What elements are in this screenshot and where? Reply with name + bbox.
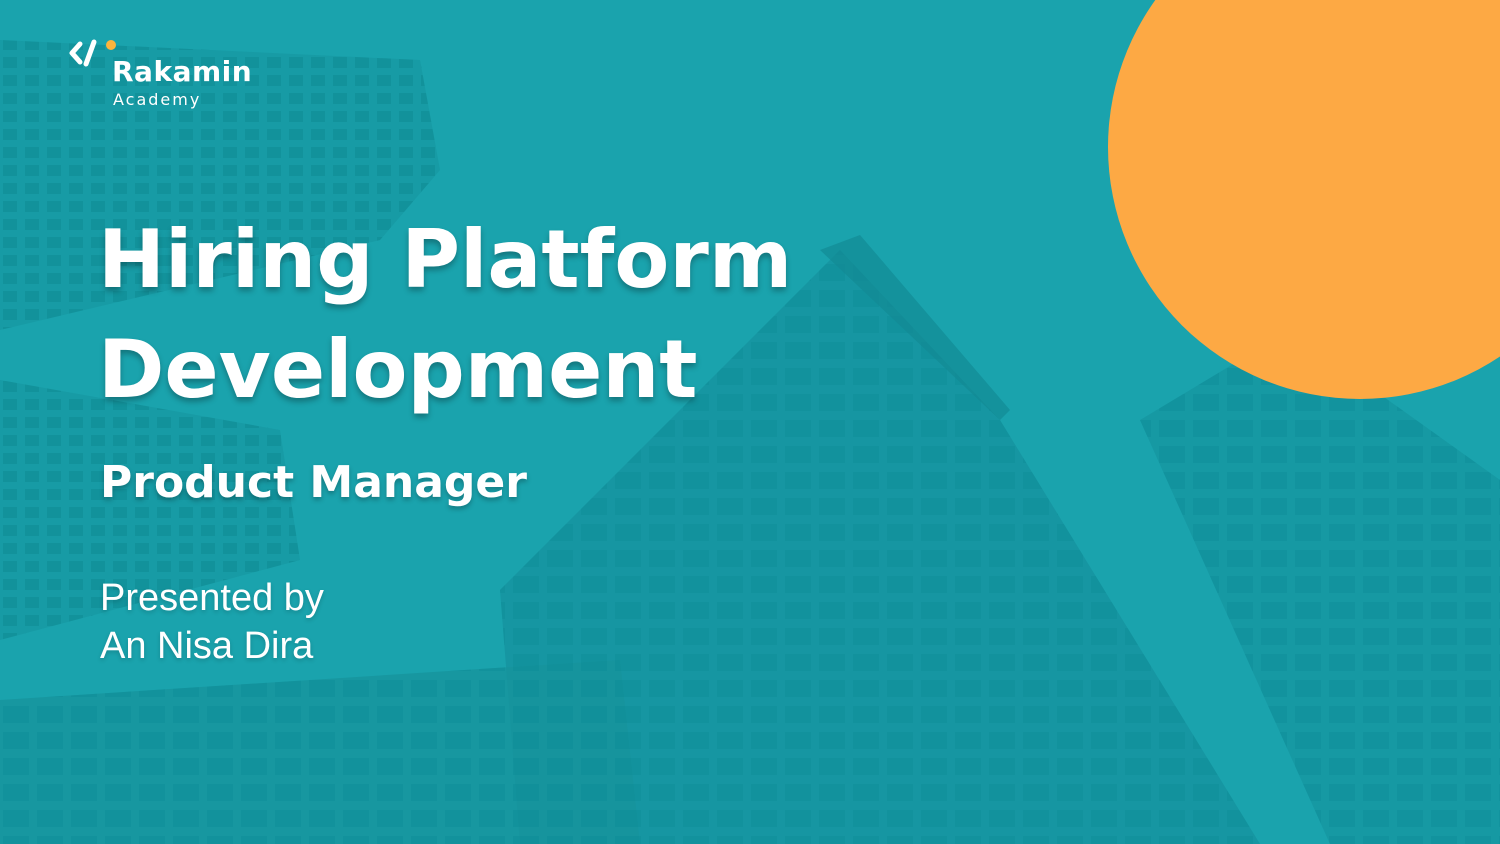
slide-subtitle: Product Manager <box>100 457 527 508</box>
presented-by-label: Presented by <box>100 577 324 619</box>
brand-name: Rakamin <box>112 55 253 88</box>
title-line-2: Development <box>98 323 698 416</box>
title-slide: Rakamin Academy Hiring Platform Developm… <box>0 0 1500 844</box>
presenter-name: An Nisa Dira <box>100 625 314 667</box>
rakamin-logo: Rakamin Academy <box>68 38 298 112</box>
title-line-1: Hiring Platform <box>98 213 793 306</box>
brand-subtitle: Academy <box>113 90 202 109</box>
slide-title: Hiring Platform Development <box>98 205 792 425</box>
presenter-block: Presented by An Nisa Dira <box>100 574 324 670</box>
